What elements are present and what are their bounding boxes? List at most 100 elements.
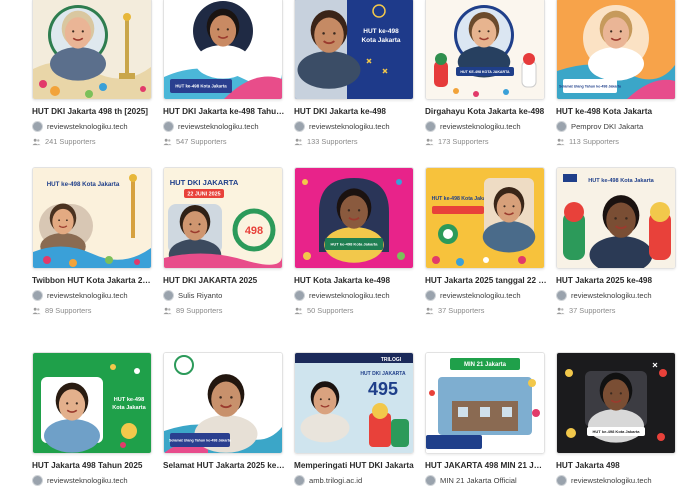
svg-text:HUT DKI JAKARTA: HUT DKI JAKARTA bbox=[170, 178, 239, 187]
campaign-card[interactable]: HUT DKI JAKARTA 22 JUNI 2025 498 HUT DKI… bbox=[163, 167, 285, 315]
supporter-count: 89 Supporters bbox=[163, 306, 285, 315]
campaign-creator[interactable]: reviewsteknologiku.tech bbox=[425, 290, 547, 301]
people-icon bbox=[163, 138, 172, 145]
campaign-card[interactable]: HUT ke-498 Kota Jakarta HUT Jakarta 498 T… bbox=[32, 352, 154, 486]
campaign-thumbnail[interactable]: Selamat Ulang Tahun ke-498 Jakarta bbox=[556, 0, 676, 100]
twibbon-preview-image: HUT ke-498 Kota Jakarta bbox=[295, 0, 413, 99]
campaign-title[interactable]: HUT Jakarta 2025 ke-498 bbox=[556, 276, 678, 285]
supporter-count-text: 133 Supporters bbox=[307, 137, 358, 146]
supporter-count: 37 Supporters bbox=[425, 306, 547, 315]
campaign-thumbnail[interactable]: HUT ke-498 Kota Jakarta bbox=[32, 167, 152, 269]
campaign-title[interactable]: HUT ke-498 Kota Jakarta bbox=[556, 107, 678, 116]
campaign-thumbnail[interactable]: HUT ke-498 Kota Jakarta bbox=[32, 352, 152, 454]
campaign-title[interactable]: Selamat HUT Jakarta 2025 ke-498 bbox=[163, 461, 285, 470]
campaign-creator[interactable]: reviewsteknologiku.tech bbox=[32, 290, 154, 301]
people-icon bbox=[32, 307, 41, 314]
campaign-thumbnail[interactable]: HUT ke-498 Kota Jakarta bbox=[556, 167, 676, 269]
supporter-count: 133 Supporters bbox=[294, 137, 416, 146]
campaign-thumbnail[interactable]: TRILOGI HUT DKI JAKARTA 495 bbox=[294, 352, 414, 454]
campaign-card[interactable]: HUT ke-498 Kota Jakarta HUT DKI Jakarta k… bbox=[163, 0, 285, 146]
creator-avatar bbox=[294, 475, 305, 486]
campaign-title[interactable]: HUT DKI Jakarta ke-498 Tahun 2025 bbox=[163, 107, 285, 116]
campaign-thumbnail[interactable]: HUT ke-498 Kota Jakarta bbox=[556, 352, 676, 454]
campaign-title[interactable]: HUT DKI Jakarta ke-498 bbox=[294, 107, 416, 116]
supporter-count-text: 50 Supporters bbox=[307, 306, 354, 315]
supporter-count-text: 89 Supporters bbox=[176, 306, 223, 315]
campaign-creator[interactable]: MIN 21 Jakarta Official bbox=[425, 475, 547, 486]
twibbon-preview-image: TRILOGI HUT DKI JAKARTA 495 bbox=[295, 353, 413, 453]
supporter-count-text: 241 Supporters bbox=[45, 137, 96, 146]
campaign-card[interactable]: HUT ke-498 Kota Jakarta HUT Jakarta 2025… bbox=[425, 167, 547, 315]
creator-avatar bbox=[32, 475, 43, 486]
campaign-thumbnail[interactable]: MIN 21 Jakarta bbox=[425, 352, 545, 454]
campaign-thumbnail[interactable]: HUT DKI JAKARTA 22 JUNI 2025 498 bbox=[163, 167, 283, 269]
svg-text:HUT ke-498 Kota Jakarta: HUT ke-498 Kota Jakarta bbox=[588, 178, 654, 184]
campaign-creator[interactable]: reviewsteknologiku.tech bbox=[32, 475, 154, 486]
creator-avatar bbox=[425, 290, 436, 301]
campaign-card[interactable]: HUT KE-498 KOTA JAKARTA Dirgahayu Kota J… bbox=[425, 0, 547, 146]
campaign-thumbnail[interactable]: HUT ke-498 Kota Jakarta bbox=[294, 0, 414, 100]
people-icon bbox=[425, 138, 434, 145]
campaign-card[interactable]: HUT ke-498 Kota Jakarta Twibbon HUT Kota… bbox=[32, 167, 154, 315]
campaign-title[interactable]: Dirgahayu Kota Jakarta ke-498 bbox=[425, 107, 547, 116]
supporter-count: 113 Supporters bbox=[556, 137, 678, 146]
campaign-title[interactable]: Memperingati HUT DKI Jakarta bbox=[294, 461, 416, 470]
campaign-creator[interactable]: reviewsteknologiku.tech bbox=[294, 121, 416, 132]
campaign-card[interactable]: HUT ke-498 Kota Jakarta HUT Jakarta 2025… bbox=[556, 167, 678, 315]
campaign-creator[interactable]: amb.trilogi.ac.id bbox=[294, 475, 416, 486]
svg-text:HUT ke-498: HUT ke-498 bbox=[114, 397, 144, 403]
twibbon-preview-image bbox=[33, 0, 151, 99]
campaign-creator[interactable]: reviewsteknologiku.tech bbox=[163, 121, 285, 132]
campaign-creator[interactable]: reviewsteknologiku.tech bbox=[294, 290, 416, 301]
campaign-title[interactable]: HUT DKI JAKARTA 2025 bbox=[163, 276, 285, 285]
supporter-count: 173 Supporters bbox=[425, 137, 547, 146]
twibbon-preview-image: HUT ke-498 Kota Jakarta bbox=[33, 168, 151, 268]
campaign-card[interactable]: HUT ke-498 Kota Jakarta HUT Kota Jakarta… bbox=[294, 167, 416, 315]
campaign-creator[interactable]: Sulis Riyanto bbox=[163, 290, 285, 301]
creator-name: reviewsteknologiku.tech bbox=[47, 122, 128, 131]
campaign-card[interactable]: Selamat Ulang Tahun ke-498 Jakarta Selam… bbox=[163, 352, 285, 470]
svg-text:HUT DKI JAKARTA: HUT DKI JAKARTA bbox=[360, 371, 406, 377]
campaign-creator[interactable]: reviewsteknologiku.tech bbox=[425, 121, 547, 132]
svg-text:TRILOGI: TRILOGI bbox=[381, 357, 402, 363]
people-icon bbox=[425, 307, 434, 314]
campaign-creator[interactable]: reviewsteknologiku.tech bbox=[556, 475, 678, 486]
campaign-creator[interactable]: reviewsteknologiku.tech bbox=[32, 121, 154, 132]
campaign-title[interactable]: Twibbon HUT Kota Jakarta 2025 bbox=[32, 276, 154, 285]
creator-avatar bbox=[32, 290, 43, 301]
svg-text:495: 495 bbox=[368, 379, 398, 399]
campaign-thumbnail[interactable]: HUT ke-498 Kota Jakarta bbox=[294, 167, 414, 269]
creator-name: reviewsteknologiku.tech bbox=[440, 122, 521, 131]
campaign-card[interactable]: HUT ke-498 Kota Jakarta HUT DKI Jakarta k… bbox=[294, 0, 416, 146]
supporter-count-text: 113 Supporters bbox=[569, 137, 619, 146]
svg-text:HUT ke-498: HUT ke-498 bbox=[363, 28, 399, 35]
svg-text:HUT ke-498 Kota Jakarta: HUT ke-498 Kota Jakarta bbox=[432, 196, 493, 202]
creator-avatar bbox=[163, 290, 174, 301]
campaign-card[interactable]: MIN 21 Jakarta HUT JAKARTA 498 MIN 21 JA… bbox=[425, 352, 547, 486]
campaign-thumbnail[interactable]: HUT ke-498 Kota Jakarta bbox=[163, 0, 283, 100]
svg-text:HUT KE-498 KOTA JAKARTA: HUT KE-498 KOTA JAKARTA bbox=[460, 70, 510, 74]
campaign-card[interactable]: HUT ke-498 Kota Jakarta HUT Jakarta 498 r… bbox=[556, 352, 678, 486]
campaign-title[interactable]: HUT JAKARTA 498 MIN 21 JAKARTA bbox=[425, 461, 547, 470]
supporter-count-text: 547 Supporters bbox=[176, 137, 227, 146]
campaign-thumbnail[interactable]: HUT KE-498 KOTA JAKARTA bbox=[425, 0, 545, 100]
campaign-creator[interactable]: Pemprov DKI Jakarta bbox=[556, 121, 678, 132]
twibbon-preview-image: HUT ke-498 Kota Jakarta bbox=[557, 168, 675, 268]
campaign-title[interactable]: HUT DKI Jakarta 498 th [2025] bbox=[32, 107, 154, 116]
campaign-creator[interactable]: reviewsteknologiku.tech bbox=[556, 290, 678, 301]
creator-avatar bbox=[425, 475, 436, 486]
campaign-title[interactable]: HUT Kota Jakarta ke-498 bbox=[294, 276, 416, 285]
twibbon-preview-image: HUT ke-498 Kota Jakarta bbox=[295, 168, 413, 268]
campaign-title[interactable]: HUT Jakarta 498 Tahun 2025 bbox=[32, 461, 154, 470]
campaign-thumbnail[interactable]: HUT ke-498 Kota Jakarta bbox=[425, 167, 545, 269]
campaign-thumbnail[interactable] bbox=[32, 0, 152, 100]
campaign-title[interactable]: HUT Jakarta 2025 tanggal 22 Juni bbox=[425, 276, 547, 285]
campaign-title[interactable]: HUT Jakarta 498 bbox=[556, 461, 678, 470]
creator-name: reviewsteknologiku.tech bbox=[309, 291, 390, 300]
campaign-thumbnail[interactable]: Selamat Ulang Tahun ke-498 Jakarta bbox=[163, 352, 283, 454]
creator-name: reviewsteknologiku.tech bbox=[47, 476, 128, 485]
campaign-card[interactable]: Selamat Ulang Tahun ke-498 Jakarta HUT ke… bbox=[556, 0, 678, 146]
creator-avatar bbox=[425, 121, 436, 132]
campaign-card[interactable]: HUT DKI Jakarta 498 th [2025] reviewstekn… bbox=[32, 0, 154, 146]
campaign-card[interactable]: TRILOGI HUT DKI JAKARTA 495 Memperingati… bbox=[294, 352, 416, 486]
